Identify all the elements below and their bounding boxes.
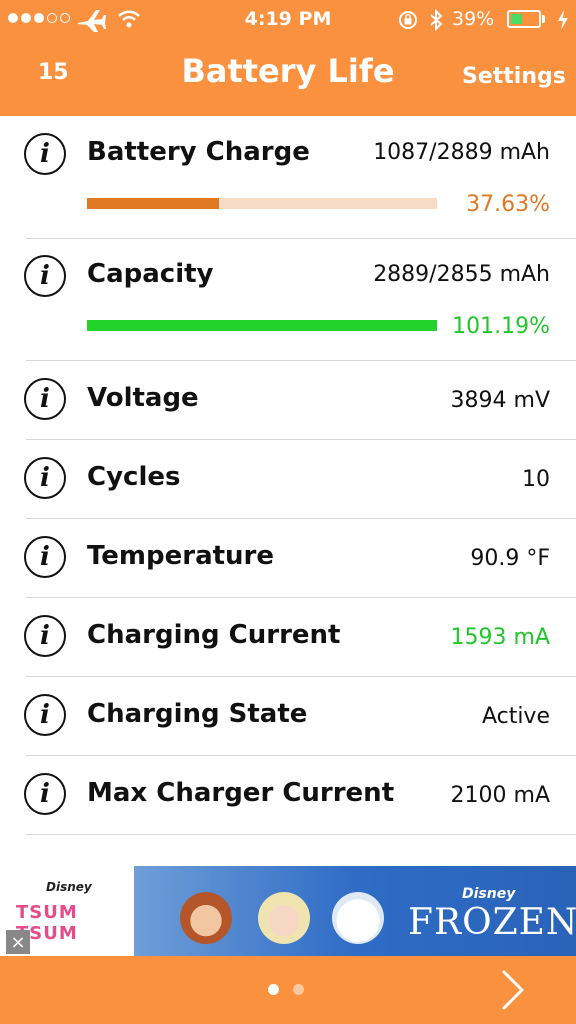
ad-right-brand: Disney [462,886,516,902]
row-value: 90.9 °F [470,546,550,571]
row-label: Charging State [87,699,308,729]
row-charging-state: i Charging State Active [0,676,576,756]
bottom-bar [0,956,576,1024]
charge-percent: 37.63% [466,192,550,217]
info-icon[interactable]: i [24,457,66,499]
row-value: 2100 mA [450,783,550,808]
ad-banner[interactable]: Disney TSUM TSUM Disney FROZEN × [0,866,576,956]
row-cycles: i Cycles 10 [0,439,576,519]
row-label: Charging Current [87,620,341,650]
row-label: Voltage [87,383,199,413]
row-capacity: i Capacity 2889/2855 mAh 101.19% [0,238,576,361]
ad-frozen-panel: Disney FROZEN [134,866,576,956]
charge-progress-bar [87,198,437,209]
row-charging-current: i Charging Current 1593 mA [0,597,576,677]
info-icon[interactable]: i [24,255,66,297]
ad-close-button[interactable]: × [6,930,30,954]
row-value: 3894 mV [450,388,550,413]
row-label: Temperature [87,541,275,571]
rotation-lock-icon [399,11,417,29]
info-icon[interactable]: i [24,615,66,657]
row-max-charger-current: i Max Charger Current 2100 mA [0,755,576,835]
row-temperature: i Temperature 90.9 °F [0,518,576,598]
page-dot-active[interactable] [268,984,279,995]
row-value: 10 [522,467,550,492]
info-icon[interactable]: i [24,536,66,578]
battery-icon [507,10,541,28]
charging-bolt-icon [558,10,568,30]
info-icon[interactable]: i [24,378,66,420]
anna-character-image [180,892,232,944]
row-value: Active [481,704,550,729]
row-label: Battery Charge [87,137,310,167]
charge-progress-fill [87,198,219,209]
battery-percent: 39% [452,8,495,30]
row-value: 2889/2855 mAh [373,262,550,287]
capacity-percent: 101.19% [452,314,550,339]
ad-left-title: TSUM TSUM [16,902,78,944]
info-icon[interactable]: i [24,694,66,736]
olaf-character-image [332,892,384,944]
page-dot[interactable] [293,984,304,995]
row-voltage: i Voltage 3894 mV [0,360,576,440]
battery-tip [542,15,545,23]
capacity-progress-fill [87,320,437,331]
row-label: Max Charger Current [87,778,395,808]
chevron-right-icon[interactable] [496,966,530,1014]
status-bar: 4:19 PM 39% [0,0,576,40]
settings-button[interactable]: Settings [462,64,566,89]
header-bar: 4:19 PM 39% 15 Battery Life Settings [0,0,576,116]
info-icon[interactable]: i [24,133,66,175]
capacity-progress-bar [87,320,437,331]
info-icon[interactable]: i [24,773,66,815]
bluetooth-icon [430,8,443,32]
ad-left-brand: Disney [46,880,92,894]
row-battery-charge: i Battery Charge 1087/2889 mAh 37.63% [0,116,576,239]
row-label: Capacity [87,259,214,289]
battery-info-list: i Battery Charge 1087/2889 mAh 37.63% i … [0,116,576,835]
elsa-character-image [258,892,310,944]
row-label: Cycles [87,462,181,492]
page-indicator[interactable] [268,984,304,995]
row-value: 1087/2889 mAh [373,140,550,165]
row-value: 1593 mA [450,625,550,650]
ad-right-title: FROZEN [408,902,576,943]
